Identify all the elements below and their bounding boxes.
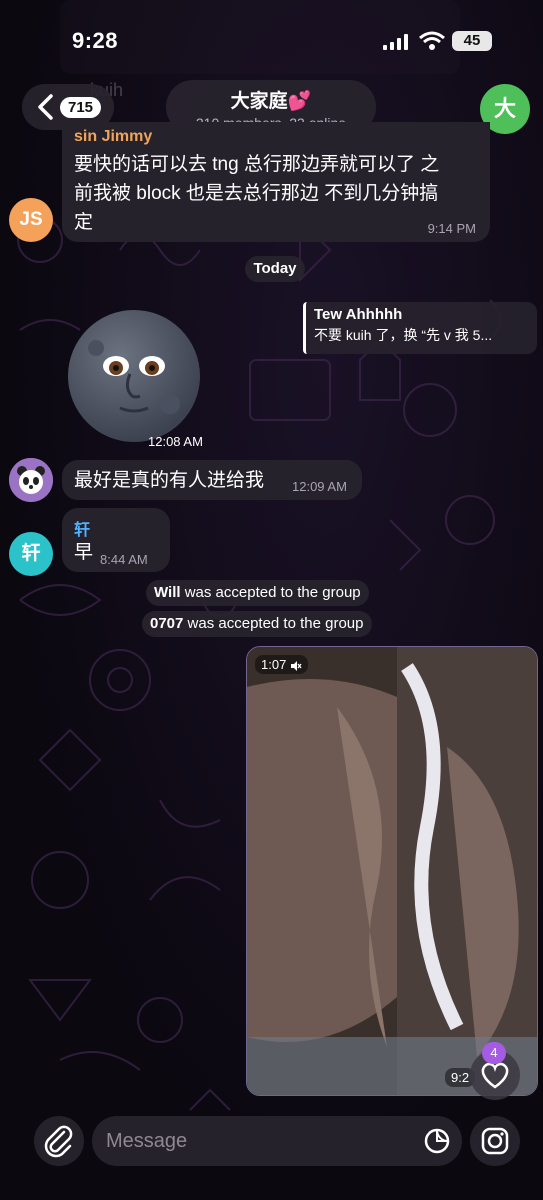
- message-bubble[interactable]: sin Jimmy 要快的话可以去 tng 总行那边弄就可以了 之 前我被 bl…: [62, 122, 490, 242]
- chevron-left-icon: [38, 94, 53, 120]
- message-bubble[interactable]: 最好是真的有人进给我 12:09 AM: [62, 460, 362, 500]
- new-moon-face-sticker[interactable]: [66, 308, 202, 444]
- service-message: 0707 was accepted to the group: [142, 611, 372, 637]
- attach-button[interactable]: [34, 1116, 84, 1166]
- paperclip-icon: [44, 1125, 73, 1158]
- reaction-count: 4: [482, 1042, 506, 1064]
- video-message-button[interactable]: [470, 1116, 520, 1166]
- avatar[interactable]: [9, 458, 53, 502]
- message-text: 早: [74, 542, 94, 563]
- service-text: was accepted to the group: [180, 584, 361, 601]
- reply-preview[interactable]: Tew Ahhhhh 不要 kuih 了，换 “先 v 我 5...: [303, 302, 537, 354]
- battery-icon: 45: [452, 31, 492, 51]
- muted-icon[interactable]: [290, 660, 302, 671]
- message-sender: sin Jimmy: [74, 128, 153, 145]
- message-text: 最好是真的有人进给我: [74, 470, 265, 491]
- message-text: 要快的话可以去 tng 总行那边弄就可以了 之: [74, 154, 440, 175]
- reply-sender: Tew Ahhhhh: [314, 306, 403, 323]
- avatar[interactable]: JS: [9, 198, 53, 242]
- sticker-icon[interactable]: [422, 1126, 452, 1156]
- message-bubble[interactable]: 轩 早 8:44 AM: [62, 508, 170, 572]
- video-message[interactable]: 1:07 9:2: [246, 646, 538, 1096]
- status-time: 9:28: [72, 28, 119, 53]
- avatar[interactable]: 轩: [9, 532, 53, 576]
- reply-text: 不要 kuih 了，换 “先 v 我 5...: [314, 327, 493, 343]
- sticker-time: 12:08 AM: [148, 434, 203, 449]
- signal-icon: [383, 34, 408, 50]
- message-input[interactable]: [92, 1116, 462, 1166]
- service-user-name[interactable]: Will: [154, 584, 181, 601]
- video-thumbnail: [247, 647, 537, 1095]
- panda-icon: [9, 458, 53, 502]
- message-time: 9:14 PM: [427, 221, 476, 236]
- message-time: 12:09 AM: [292, 479, 347, 494]
- date-separator: Today: [245, 256, 305, 282]
- service-text: was accepted to the group: [183, 615, 364, 632]
- instagram-camera-icon: [481, 1127, 509, 1155]
- video-duration: 1:07: [255, 655, 308, 674]
- status-bar: 9:28 45: [0, 0, 543, 70]
- unread-count-badge: 715: [60, 96, 102, 118]
- message-sender: 轩: [74, 522, 91, 539]
- wifi-icon: [419, 31, 445, 50]
- service-message: Will was accepted to the group: [146, 580, 369, 606]
- message-text: 前我被 block 也是去总行那边 不到几分钟搞: [74, 183, 439, 204]
- message-time: 8:44 AM: [100, 552, 148, 567]
- service-user-name[interactable]: 0707: [150, 615, 183, 632]
- message-text: 定: [74, 212, 94, 233]
- video-duration-text: 1:07: [261, 657, 287, 672]
- group-name: 大家庭💕: [230, 91, 312, 112]
